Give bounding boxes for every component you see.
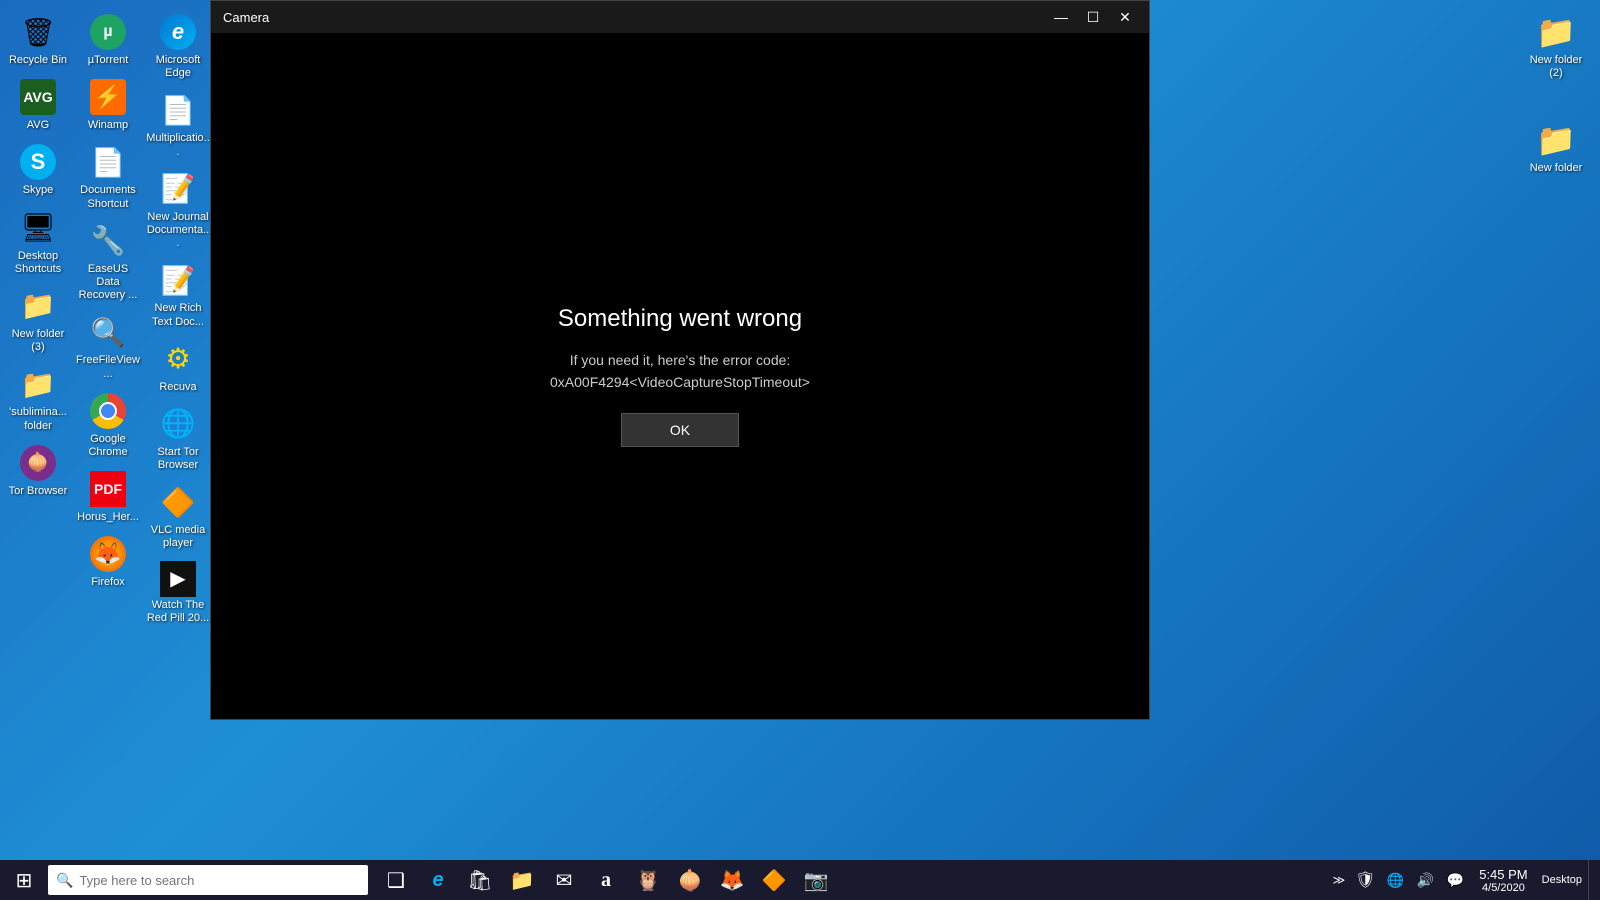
- volume-tray-icon[interactable]: 🔊: [1411, 860, 1439, 900]
- new-folder3-icon[interactable]: 📁 New folder (3): [2, 282, 74, 358]
- clock-time: 5:45 PM: [1479, 867, 1527, 882]
- tor-browser-desktop-icon[interactable]: 🧅 Tor Browser: [2, 439, 74, 502]
- left-sidebar: 🗑 Recycle Bin AVG AVG S Skype 🖥 Desktop …: [0, 0, 210, 860]
- system-clock[interactable]: 5:45 PM 4/5/2020: [1471, 867, 1535, 894]
- taskbar-icon-group: ❑ e 🛍 📁 ✉ a 🦉 🧅 🦊 🔶 📷: [376, 860, 836, 900]
- task-view-icon[interactable]: ❑: [376, 860, 416, 900]
- camera-window: Camera — ☐ ✕ Something went wrong If you…: [210, 0, 1150, 720]
- windows-logo-icon: ⊞: [16, 868, 33, 893]
- horus-icon[interactable]: PDF Horus_Her...: [72, 465, 144, 528]
- explorer-taskbar-icon[interactable]: 📁: [502, 860, 542, 900]
- recycle-bin-icon[interactable]: 🗑 Recycle Bin: [2, 8, 74, 71]
- clock-date: 4/5/2020: [1482, 882, 1525, 894]
- show-desktop-button[interactable]: [1588, 860, 1596, 900]
- new-richtext-icon[interactable]: 📝 New Rich Text Doc...: [142, 256, 214, 332]
- new-journal-icon[interactable]: 📝 New Journal Documenta...: [142, 165, 214, 255]
- camera-taskbar-icon[interactable]: 📷: [796, 860, 836, 900]
- icon-column-2: µ µTorrent ⚡ Winamp 📄 Documents Shortcut…: [70, 0, 140, 860]
- amazon-taskbar-icon[interactable]: a: [586, 860, 626, 900]
- window-body: Something went wrong If you need it, her…: [211, 33, 1149, 719]
- notification-tray-icon[interactable]: 💬: [1441, 860, 1469, 900]
- edge-taskbar-icon[interactable]: e: [418, 860, 458, 900]
- avg-icon[interactable]: AVG AVG: [2, 73, 74, 136]
- tor-taskbar-icon[interactable]: 🧅: [670, 860, 710, 900]
- recuva-icon[interactable]: ⚙ Recuva: [142, 335, 214, 398]
- error-title: Something went wrong: [558, 305, 802, 333]
- desktop: 🗑 Recycle Bin AVG AVG S Skype 🖥 Desktop …: [0, 0, 1600, 860]
- firefox-desktop-icon[interactable]: 🦊 Firefox: [72, 530, 144, 593]
- utorrent-icon[interactable]: µ µTorrent: [72, 8, 144, 71]
- close-button[interactable]: ✕: [1113, 5, 1137, 29]
- multiplication-icon[interactable]: 📄 Multiplicatio...: [142, 86, 214, 162]
- taskbar-tray: ≫ 🛡 🌐 🔊 💬 5:45 PM 4/5/2020 Desktop: [1329, 860, 1600, 900]
- easeus-icon[interactable]: 🔧 EaseUS Data Recovery ...: [72, 217, 144, 307]
- search-icon: 🔍: [56, 872, 73, 889]
- winamp-icon[interactable]: ⚡ Winamp: [72, 73, 144, 136]
- video-icon[interactable]: ▶ Watch The Red Pill 20...: [142, 557, 214, 629]
- store-taskbar-icon[interactable]: 🛍: [460, 860, 500, 900]
- right-desktop-icons: 📁 New folder (2) 📁 New folder: [1520, 8, 1592, 180]
- freefileview-icon[interactable]: 🔍 FreeFileView...: [72, 308, 144, 384]
- icon-column-3: e Microsoft Edge 📄 Multiplicatio... 📝 Ne…: [140, 0, 210, 860]
- tripadvisor-taskbar-icon[interactable]: 🦉: [628, 860, 668, 900]
- antivirus-tray-icon[interactable]: 🛡: [1351, 860, 1379, 900]
- icon-column-1: 🗑 Recycle Bin AVG AVG S Skype 🖥 Desktop …: [0, 0, 70, 860]
- ok-button[interactable]: OK: [621, 413, 739, 447]
- google-chrome-desktop-icon[interactable]: Google Chrome: [72, 387, 144, 463]
- window-controls: — ☐ ✕: [1049, 5, 1137, 29]
- firefox-taskbar-icon[interactable]: 🦊: [712, 860, 752, 900]
- skype-icon[interactable]: S Skype: [2, 138, 74, 201]
- maximize-button[interactable]: ☐: [1081, 5, 1105, 29]
- window-title: Camera: [223, 10, 269, 25]
- vlc-desktop-icon[interactable]: 🔶 VLC media player: [142, 478, 214, 554]
- error-message: If you need it, here's the error code: 0…: [550, 349, 810, 394]
- subliminal-folder-icon[interactable]: 📁 'sublimina... folder: [2, 360, 74, 436]
- vlc-taskbar-icon[interactable]: 🔶: [754, 860, 794, 900]
- start-button[interactable]: ⊞: [0, 860, 48, 900]
- window-titlebar: Camera — ☐ ✕: [211, 1, 1149, 33]
- mail-taskbar-icon[interactable]: ✉: [544, 860, 584, 900]
- documents-shortcut-icon[interactable]: 📄 Documents Shortcut: [72, 138, 144, 214]
- taskbar: ⊞ 🔍 ❑ e 🛍 📁 ✉ a 🦉 🧅 🦊 🔶 📷 ≫ 🛡 🌐 🔊 💬 5:45…: [0, 860, 1600, 900]
- show-hidden-icons[interactable]: ≫: [1329, 873, 1350, 887]
- taskbar-search[interactable]: 🔍: [48, 865, 368, 895]
- minimize-button[interactable]: —: [1049, 5, 1073, 29]
- network-tray-icon[interactable]: 🌐: [1381, 860, 1409, 900]
- desktop-label[interactable]: Desktop: [1538, 874, 1586, 886]
- start-tor-icon[interactable]: 🌐 Start Tor Browser: [142, 400, 214, 476]
- new-folder-icon[interactable]: 📁 New folder: [1520, 116, 1592, 179]
- microsoft-edge-icon[interactable]: e Microsoft Edge: [142, 8, 214, 84]
- new-folder2-icon[interactable]: 📁 New folder (2): [1520, 8, 1592, 84]
- desktop-shortcuts-icon[interactable]: 🖥 Desktop Shortcuts: [2, 204, 74, 280]
- search-input[interactable]: [79, 873, 360, 888]
